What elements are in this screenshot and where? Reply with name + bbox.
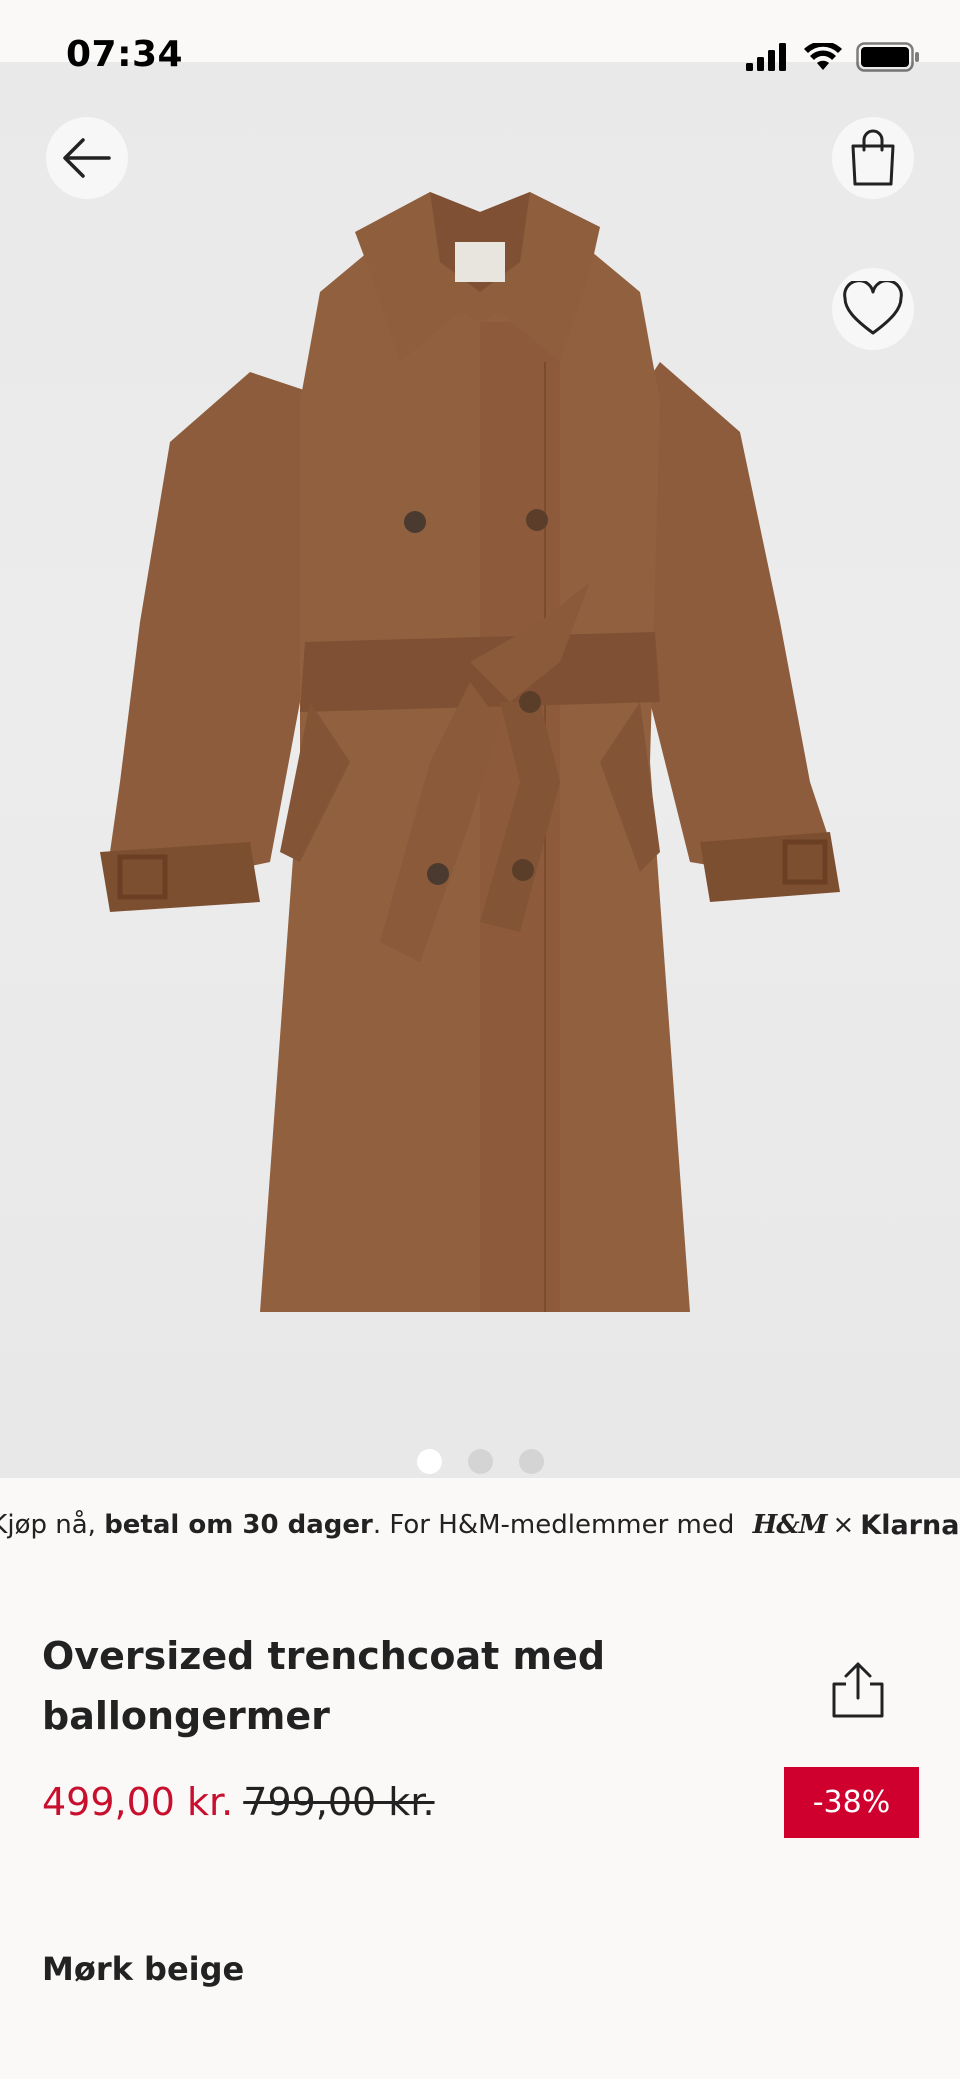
wifi-icon: [804, 43, 842, 70]
discount-badge: -38%: [784, 1767, 919, 1838]
payment-banner[interactable]: Kjøp nå, betal om 30 dager . For H&M-med…: [0, 1478, 960, 1572]
banner-times: ×: [832, 1510, 855, 1540]
signal-icon: [746, 43, 786, 71]
back-arrow-icon: [63, 138, 111, 178]
image-pager[interactable]: [0, 1449, 960, 1474]
share-icon: [832, 1662, 884, 1718]
status-time: 07:34: [66, 34, 184, 75]
pager-dot-3[interactable]: [518, 1449, 544, 1474]
share-button[interactable]: [820, 1652, 896, 1728]
battery-icon: [856, 42, 919, 72]
heart-icon: [843, 281, 903, 335]
favorite-button[interactable]: [832, 268, 914, 350]
product-image: [100, 192, 840, 1312]
pager-dot-2[interactable]: [467, 1449, 493, 1474]
status-bar: 07:34: [0, 0, 960, 75]
back-button[interactable]: [46, 117, 128, 199]
klarna-logo: Klarna.: [860, 1509, 960, 1541]
shopping-bag-button[interactable]: [832, 117, 914, 199]
hm-logo: H&M: [752, 1510, 828, 1540]
shopping-bag-icon: [851, 129, 895, 186]
status-icons: [746, 42, 920, 72]
original-price: 799,00 kr.: [243, 1780, 435, 1824]
price-row: 499,00 kr. 799,00 kr.: [42, 1780, 435, 1824]
banner-suffix: . For H&M-medlemmer med: [372, 1510, 743, 1540]
product-title: Oversized trenchcoat med ballongermer: [42, 1634, 606, 1738]
banner-bold-text: betal om 30 dager: [104, 1510, 373, 1540]
pager-dot-1[interactable]: [416, 1449, 442, 1474]
banner-prefix: Kjøp nå,: [0, 1510, 105, 1540]
sale-price: 499,00 kr.: [42, 1780, 234, 1824]
selected-color-name: Mørk beige: [42, 1950, 245, 1988]
product-image-gallery[interactable]: [0, 62, 960, 1478]
